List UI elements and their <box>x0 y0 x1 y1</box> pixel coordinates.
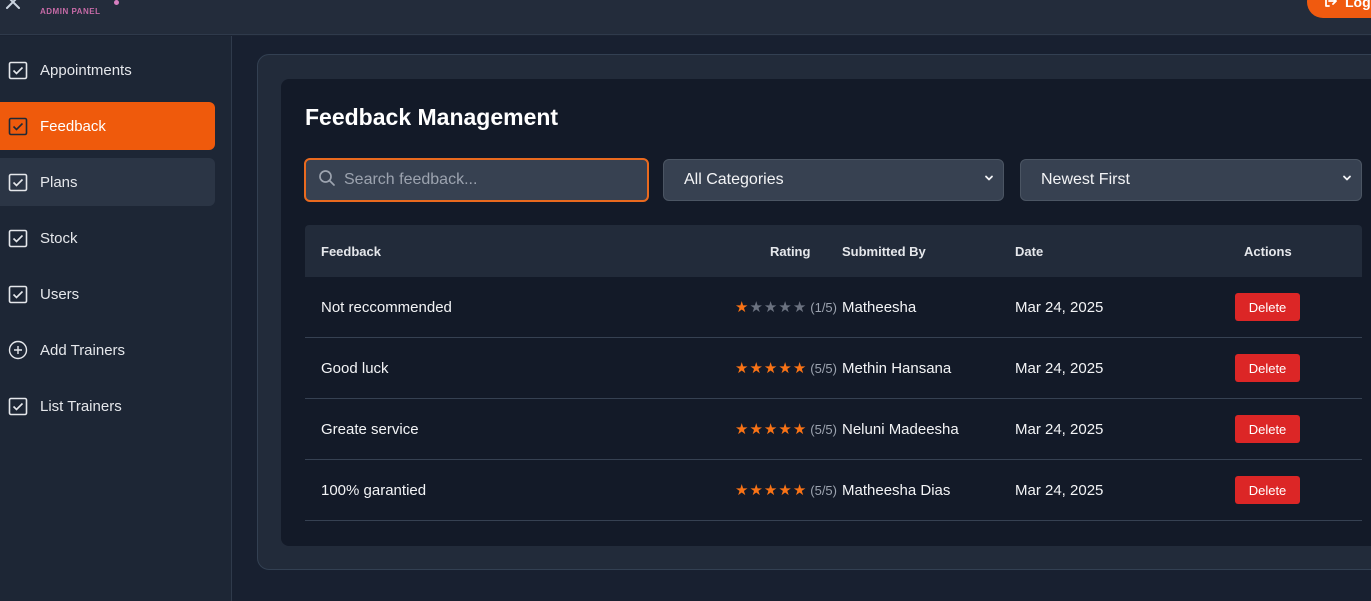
logout-label: Log <box>1345 0 1371 10</box>
column-header-date: Date <box>1015 243 1044 259</box>
brand-logo-dot <box>114 0 119 5</box>
star-icon: ★ <box>749 481 763 499</box>
rating-stars: ★ ★ ★ ★ ★ <box>735 483 806 498</box>
submitted-by: Matheesha <box>842 298 917 316</box>
star-icon: ★ <box>763 420 778 438</box>
rating-stars: ★ ★ ★ ★ ★ <box>735 422 806 437</box>
search-icon <box>318 169 336 192</box>
sidebar-item-add-trainers[interactable]: Add Trainers <box>0 326 215 374</box>
column-header-submitted-by: Submitted By <box>842 243 926 259</box>
star-icon: ★ <box>735 298 749 316</box>
column-header-actions: Actions <box>1244 243 1292 259</box>
submitted-by: Matheesha Dias <box>842 481 951 499</box>
table-header: Feedback Rating Submitted By Date Action… <box>305 225 1362 277</box>
top-bar: ADMIN PANEL Log <box>0 0 1371 35</box>
sidebar-item-label: Users <box>40 285 80 303</box>
chevron-down-icon <box>1341 171 1353 189</box>
sort-select[interactable]: Newest First <box>1020 159 1362 201</box>
table-row: Greate service ★ ★ ★ ★ ★ (5/5) Neluni Madees… <box>305 399 1362 460</box>
plus-circle-icon <box>8 340 28 360</box>
sidebar-item-list-trainers[interactable]: List Trainers <box>0 382 215 430</box>
sidebar-item-label: Appointments <box>40 61 132 79</box>
star-icon: ★ <box>749 298 763 316</box>
column-header-rating: Rating <box>770 243 811 259</box>
column-header-feedback: Feedback <box>321 243 381 259</box>
date: Mar 24, 2025 <box>1015 481 1104 499</box>
rating-count: (5/5) <box>810 360 837 376</box>
delete-button[interactable]: Delete <box>1235 354 1300 382</box>
star-icon: ★ <box>763 298 778 316</box>
star-icon: ★ <box>763 359 778 377</box>
rating-count: (5/5) <box>810 421 837 437</box>
feedback-text: 100% garantied <box>321 481 427 499</box>
date: Mar 24, 2025 <box>1015 298 1104 316</box>
submitted-by: Methin Hansana <box>842 359 952 377</box>
category-select[interactable]: All Categories <box>663 159 1004 201</box>
rating-cell: ★ ★ ★ ★ ★ (5/5) <box>735 338 843 398</box>
star-icon: ★ <box>792 298 807 316</box>
logout-button[interactable]: Log <box>1307 0 1371 18</box>
calendar-check-icon <box>8 228 28 248</box>
sidebar-item-stock[interactable]: Stock <box>0 214 215 262</box>
star-icon: ★ <box>763 481 778 499</box>
star-icon: ★ <box>749 359 763 377</box>
rating-count: (1/5) <box>810 299 837 315</box>
submitted-by: Neluni Madeesha <box>842 420 959 438</box>
rating-stars: ★ ★ ★ ★ ★ <box>735 300 806 315</box>
calendar-check-icon <box>8 60 28 80</box>
sidebar-item-label: Add Trainers <box>40 341 126 359</box>
sidebar-item-label: Plans <box>40 173 78 191</box>
delete-button[interactable]: Delete <box>1235 293 1300 321</box>
feedback-text: Greate service <box>321 420 419 438</box>
feedback-text: Not reccommended <box>321 298 452 316</box>
search-input[interactable] <box>344 171 624 189</box>
star-icon: ★ <box>778 420 792 438</box>
delete-button[interactable]: Delete <box>1235 476 1300 504</box>
star-icon: ★ <box>778 298 792 316</box>
date: Mar 24, 2025 <box>1015 359 1104 377</box>
sidebar-item-label: List Trainers <box>40 397 122 415</box>
delete-button[interactable]: Delete <box>1235 415 1300 443</box>
star-icon: ★ <box>792 359 807 377</box>
date: Mar 24, 2025 <box>1015 420 1104 438</box>
calendar-check-icon <box>8 284 28 304</box>
close-icon[interactable] <box>4 0 22 11</box>
calendar-check-icon <box>8 396 28 416</box>
logout-icon <box>1323 0 1339 12</box>
table-row: 100% garantied ★ ★ ★ ★ ★ (5/5) Matheesha Dia… <box>305 460 1362 521</box>
star-icon: ★ <box>778 359 792 377</box>
table-row: Good luck ★ ★ ★ ★ ★ (5/5) Methin Hansana Mar… <box>305 338 1362 399</box>
star-icon: ★ <box>792 481 807 499</box>
rating-count: (5/5) <box>810 482 837 498</box>
rating-cell: ★ ★ ★ ★ ★ (5/5) <box>735 460 843 520</box>
star-icon: ★ <box>749 420 763 438</box>
sidebar-item-label: Stock <box>40 229 78 247</box>
star-icon: ★ <box>735 481 749 499</box>
star-icon: ★ <box>792 420 807 438</box>
calendar-check-icon <box>8 172 28 192</box>
rating-stars: ★ ★ ★ ★ ★ <box>735 361 806 376</box>
sort-select-value: Newest First <box>1041 171 1130 188</box>
sidebar-item-plans[interactable]: Plans <box>0 158 215 206</box>
feedback-text: Good luck <box>321 359 389 377</box>
search-field[interactable] <box>304 158 649 202</box>
brand-subtitle: ADMIN PANEL <box>40 7 101 16</box>
sidebar-item-users[interactable]: Users <box>0 270 215 318</box>
calendar-check-icon <box>8 116 28 136</box>
sidebar-item-feedback[interactable]: Feedback <box>0 102 215 150</box>
category-select-value: All Categories <box>684 171 784 188</box>
rating-cell: ★ ★ ★ ★ ★ (1/5) <box>735 277 843 337</box>
sidebar-item-appointments[interactable]: Appointments <box>0 46 215 94</box>
star-icon: ★ <box>778 481 792 499</box>
table-row: Not reccommended ★ ★ ★ ★ ★ (1/5) Matheesha M… <box>305 277 1362 338</box>
rating-cell: ★ ★ ★ ★ ★ (5/5) <box>735 399 843 459</box>
star-icon: ★ <box>735 359 749 377</box>
sidebar: Appointments Feedback Plans Stock Users … <box>0 36 232 601</box>
chevron-down-icon <box>983 171 995 189</box>
star-icon: ★ <box>735 420 749 438</box>
sidebar-item-label: Feedback <box>40 117 106 135</box>
page-title: Feedback Management <box>305 104 559 130</box>
